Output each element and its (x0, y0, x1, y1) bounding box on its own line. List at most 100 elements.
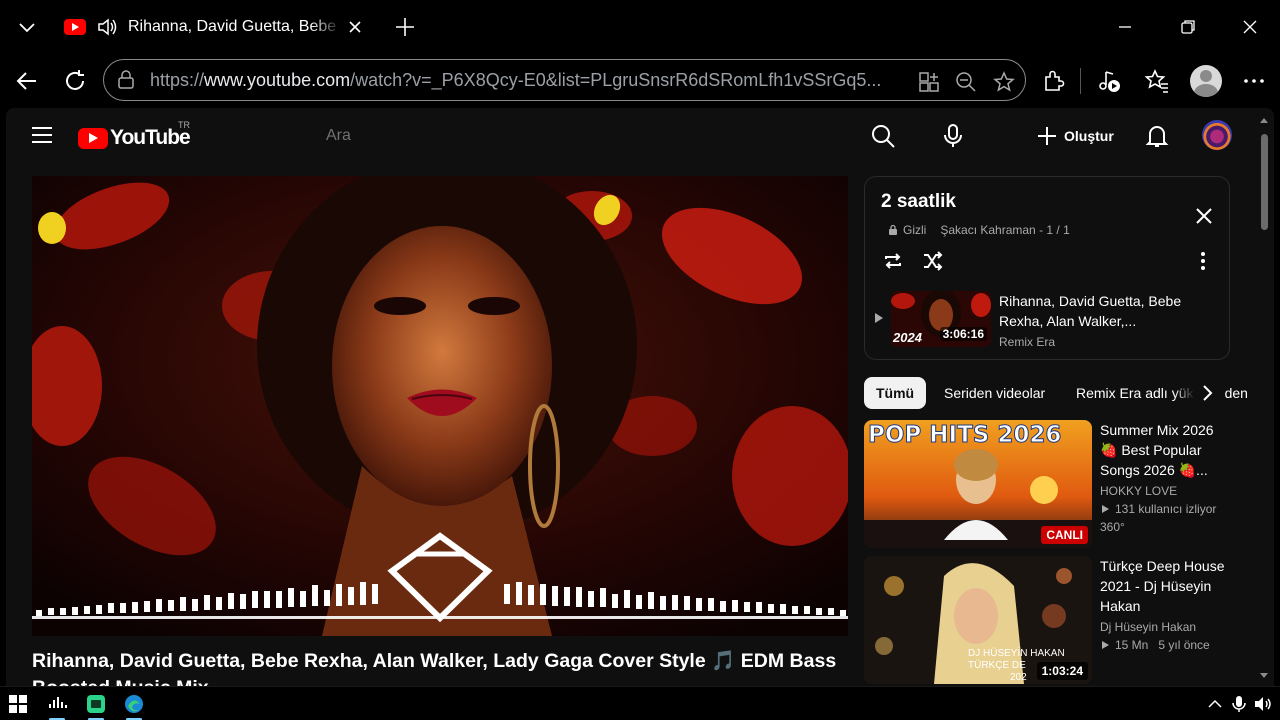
recommendation-thumbnail[interactable]: POP HITS 2026 CANLI (864, 420, 1092, 548)
youtube-header: YouTube TR Ara Oluştur (6, 108, 1256, 164)
plus-icon (1038, 127, 1056, 145)
waveform-bar (264, 591, 270, 608)
notifications-bell-icon[interactable] (1144, 123, 1170, 149)
waveform-bar (144, 601, 150, 612)
playlist-item-thumbnail[interactable]: 2024 3:06:16 (891, 291, 991, 347)
scroll-up-arrow-icon[interactable] (1260, 118, 1268, 123)
thumbnail-year: 2024 (893, 330, 922, 345)
views-play-icon (1102, 641, 1109, 649)
waveform-bar (48, 608, 54, 615)
lock-icon (889, 224, 897, 235)
minimize-icon[interactable] (1114, 16, 1136, 38)
chat-app-icon[interactable] (86, 694, 106, 714)
youtube-favicon-icon (64, 19, 86, 35)
app-install-icon[interactable] (918, 71, 940, 93)
address-bar[interactable]: https://www.youtube.com/watch?v=_P6X8Qcy… (103, 59, 1026, 101)
microphone-tray-icon[interactable] (1229, 694, 1249, 714)
recommendation-title[interactable]: Türkçe Deep House 2021 - Dj Hüseyin Haka… (1100, 556, 1228, 616)
waveform-bar (312, 585, 318, 606)
waveform-bar (180, 597, 186, 611)
playlist-item-title[interactable]: Rihanna, David Guetta, Bebe Rexha, Alan … (999, 291, 1199, 331)
close-tab-icon[interactable] (346, 18, 364, 36)
country-code: TR (178, 120, 190, 130)
waveform-bar (780, 604, 786, 614)
page-scrollbar[interactable] (1258, 118, 1270, 684)
waveform-bar (288, 588, 294, 607)
taskbar (0, 686, 1280, 720)
waveform-bar (756, 602, 762, 613)
thumbnail-text-2: TÜRKÇE DE (968, 660, 1026, 671)
close-playlist-icon[interactable] (1193, 205, 1215, 227)
recommendation-thumbnail[interactable]: DJ HÜSEYİN HAKAN TÜRKÇE DE 202 1:03:24 (864, 556, 1092, 684)
edge-browser-icon[interactable] (124, 694, 144, 714)
waveform-bar (816, 608, 822, 615)
waveform-bar (768, 604, 774, 613)
scrollbar-thumb[interactable] (1261, 134, 1268, 230)
menu-icon[interactable] (32, 127, 52, 145)
waveform-bar (336, 584, 342, 606)
favorite-star-icon[interactable] (993, 71, 1015, 93)
scroll-down-arrow-icon[interactable] (1260, 673, 1268, 678)
site-info-icon[interactable] (116, 70, 136, 90)
recommendation-channel[interactable]: Dj Hüseyin Hakan (1100, 620, 1228, 634)
browser-tab-active[interactable]: Rihanna, David Guetta, Bebe Rexha, Alan … (58, 6, 374, 48)
waveform-bar (696, 598, 702, 611)
tab-title: Rihanna, David Guetta, Bebe Rexha, Alan … (128, 18, 342, 35)
waveform-bar (612, 594, 618, 608)
recommendation-item[interactable]: POP HITS 2026 CANLI Summer Mix 2026 🍓 Be… (864, 420, 1230, 548)
loop-icon[interactable] (881, 249, 905, 273)
create-button[interactable]: Oluştur (1036, 122, 1114, 150)
zoom-icon[interactable] (955, 71, 977, 93)
youtube-logo[interactable]: YouTube TR (78, 120, 191, 150)
waveform-bar (648, 592, 654, 609)
waveform-bar (564, 587, 570, 606)
playlist-privacy: Gizli (903, 223, 927, 237)
chip-uploader[interactable]: Remix Era adlı yükleyiciden (1064, 377, 1260, 409)
speaker-icon[interactable] (96, 16, 118, 38)
recommendation-stat: 15 Mn 5 yıl önce (1100, 638, 1228, 652)
back-icon[interactable] (14, 68, 40, 94)
playlist-more-icon[interactable] (1191, 249, 1215, 273)
waveform-bar (660, 596, 666, 610)
waveform-bar (672, 595, 678, 610)
chevron-right-icon[interactable] (1196, 382, 1218, 404)
chip-all[interactable]: Tümü (864, 377, 927, 409)
duration-badge: 1:03:24 (1036, 662, 1088, 680)
recommendation-channel[interactable]: HOKKY LOVE (1100, 484, 1228, 498)
favorites-icon[interactable] (1144, 68, 1170, 94)
video-player[interactable] (32, 176, 848, 636)
playlist-item[interactable]: 2024 3:06:16 Rihanna, David Guetta, Bebe… (865, 287, 1229, 351)
search-icon[interactable] (870, 123, 896, 149)
waveform-bar (588, 591, 594, 607)
reload-icon[interactable] (62, 68, 88, 94)
account-avatar[interactable] (1202, 120, 1232, 150)
volume-tray-icon[interactable] (1253, 694, 1273, 714)
restore-icon[interactable] (1177, 16, 1199, 38)
playlist-owner[interactable]: Şakacı Kahraman - 1 / 1 (940, 223, 1069, 237)
close-window-icon[interactable] (1239, 16, 1261, 38)
tab-list-chevron-icon[interactable] (16, 16, 38, 38)
views-play-icon (1102, 505, 1109, 513)
new-tab-icon[interactable] (394, 16, 416, 38)
more-options-icon[interactable] (1241, 68, 1267, 94)
extensions-icon[interactable] (1041, 68, 1067, 94)
browser-tab-bar: Rihanna, David Guetta, Bebe Rexha, Alan … (0, 0, 1280, 54)
waveform-bar (360, 582, 366, 605)
shuffle-icon[interactable] (921, 249, 945, 273)
chip-series-videos[interactable]: Seriden videolar (932, 377, 1057, 409)
recommendation-item[interactable]: DJ HÜSEYİN HAKAN TÜRKÇE DE 202 1:03:24 T… (864, 556, 1230, 684)
filter-chips: Tümü Seriden videolar Remix Era adlı yük… (864, 376, 1248, 410)
media-control-icon[interactable] (1096, 68, 1122, 94)
microphone-icon[interactable] (940, 123, 966, 149)
waveform-bar (732, 600, 738, 612)
search-input[interactable]: Ara (326, 127, 351, 145)
windows-start-icon[interactable] (8, 694, 28, 714)
recommendation-info: Summer Mix 2026 🍓 Best Popular Songs 202… (1100, 420, 1228, 534)
playlist-item-channel[interactable]: Remix Era (999, 335, 1055, 349)
show-hidden-icons-chevron-icon[interactable] (1205, 694, 1225, 714)
browser-profile-avatar[interactable] (1190, 65, 1222, 97)
waveform-bar (228, 593, 234, 609)
audio-app-icon[interactable] (47, 694, 67, 714)
recommendation-title[interactable]: Summer Mix 2026 🍓 Best Popular Songs 202… (1100, 420, 1228, 480)
playlist-title[interactable]: 2 saatlik (881, 191, 956, 213)
